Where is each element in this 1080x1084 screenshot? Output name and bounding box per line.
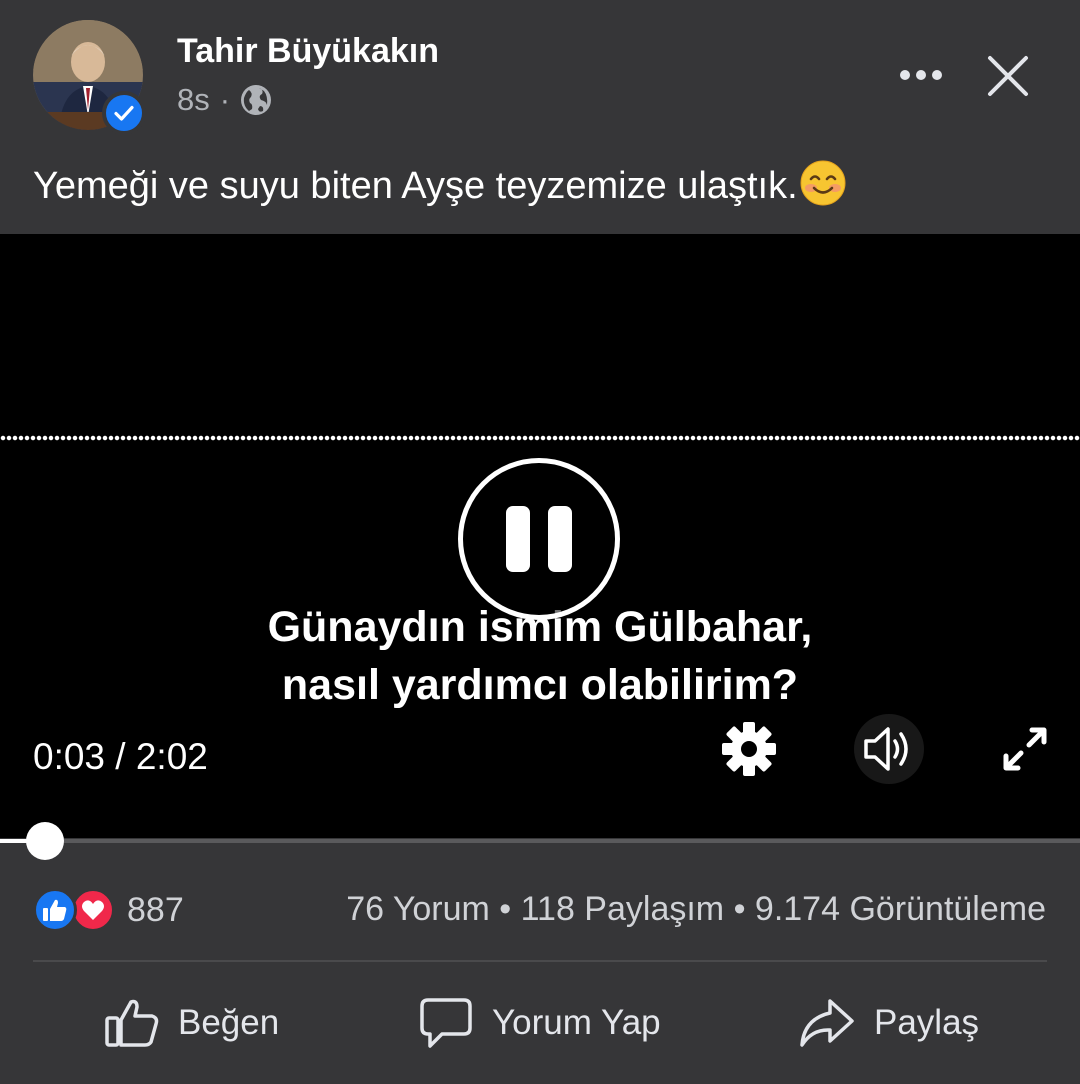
comment-button[interactable]: Yorum Yap [418, 990, 661, 1056]
close-icon [988, 56, 1028, 96]
video-player[interactable]: Günaydın ismim Gülbahar, nasıl yardımcı … [0, 234, 1080, 838]
close-button[interactable] [984, 52, 1032, 100]
reaction-count: 887 [127, 890, 184, 929]
share-label: Paylaş [874, 1003, 980, 1042]
video-progress-bar[interactable] [0, 822, 1080, 860]
video-dotted-line [0, 435, 1080, 441]
comment-bubble-icon [420, 998, 472, 1048]
reaction-summary[interactable]: 887 [33, 886, 184, 934]
fullscreen-button[interactable] [1000, 724, 1050, 774]
like-label: Beğen [178, 1003, 280, 1042]
settings-button[interactable] [720, 720, 778, 778]
author-name[interactable]: Tahir Büyükakın [177, 32, 439, 71]
comment-label: Yorum Yap [492, 1003, 661, 1042]
share-button[interactable]: Paylaş [798, 990, 979, 1056]
smiling-face-emoji-icon [800, 160, 846, 206]
thumbs-up-icon [105, 999, 159, 1047]
divider [33, 960, 1047, 962]
dot-icon [932, 70, 942, 80]
post-meta: 8s · [177, 80, 272, 120]
post-header: Tahir Büyükakın 8s · [0, 0, 1080, 140]
caption-text: Yemeği ve suyu biten Ayşe teyzemize ulaş… [33, 165, 798, 207]
dot-icon [916, 70, 926, 80]
progress-scrubber[interactable] [26, 822, 64, 860]
meta-separator: · [219, 82, 231, 117]
like-button[interactable]: Beğen [104, 990, 279, 1056]
verified-badge-icon [102, 91, 146, 135]
more-options-button[interactable] [894, 52, 948, 98]
post-caption: Yemeği ve suyu biten Ayşe teyzemize ulaş… [33, 160, 846, 208]
speaker-icon [864, 727, 908, 771]
video-timecode: 0:03 / 2:02 [33, 736, 208, 777]
engagement-stats[interactable]: 76 Yorum • 118 Paylaşım • 9.174 Görüntül… [346, 890, 1046, 929]
pause-bar-icon [506, 506, 530, 572]
subtitle-line-2: nasıl yardımcı olabilirim? [281, 661, 799, 709]
love-reaction-icon [71, 888, 115, 932]
pause-bar-icon [548, 506, 572, 572]
pause-button[interactable] [458, 458, 620, 620]
share-arrow-icon [800, 999, 854, 1047]
like-reaction-icon [33, 888, 77, 932]
expand-icon [1003, 727, 1047, 771]
dot-icon [900, 70, 910, 80]
post-time[interactable]: 8s [177, 82, 210, 118]
globe-icon [240, 84, 272, 116]
volume-button[interactable] [854, 714, 924, 784]
facebook-video-post: Tahir Büyükakın 8s · Yemeği ve suyu bite… [0, 0, 1080, 1084]
gear-icon [722, 722, 776, 776]
